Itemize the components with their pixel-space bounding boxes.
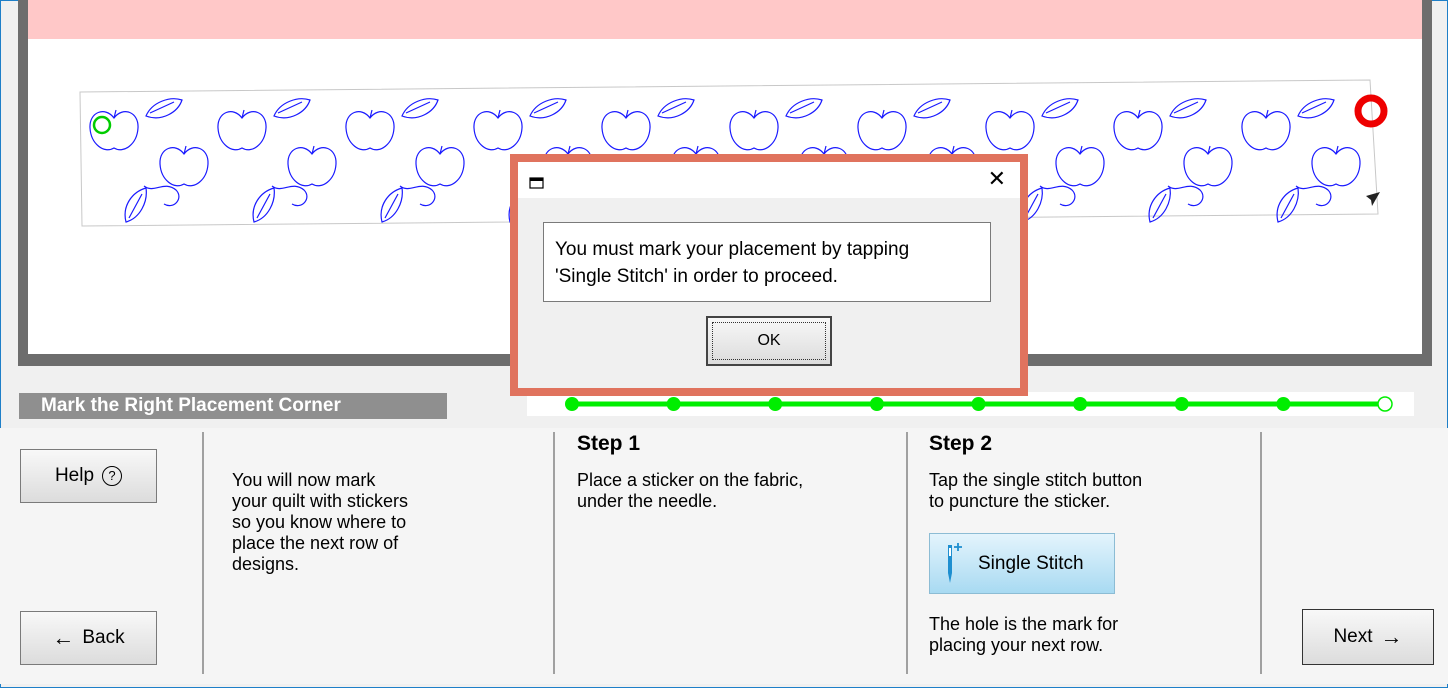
leaf-motif	[252, 187, 275, 223]
progress-node	[971, 397, 986, 411]
progress-node	[1276, 397, 1291, 411]
instructions-panel	[0, 428, 1448, 684]
help-button[interactable]: Help ?	[20, 449, 157, 503]
progress-node	[565, 397, 579, 411]
apple-motif	[415, 145, 465, 187]
next-label: Next	[1333, 626, 1373, 647]
step2-title: Step 2	[929, 432, 993, 455]
apple-motif	[985, 109, 1035, 151]
question-circle-icon: ?	[102, 466, 123, 486]
swirl-motif	[1167, 185, 1204, 207]
progress-node	[869, 397, 884, 411]
leaf-motif	[401, 98, 439, 119]
leaf-motif	[1297, 98, 1335, 119]
leaf-motif	[380, 187, 403, 223]
dialog-message: You must mark your placement by tapping …	[543, 222, 991, 302]
step2-after-text: The hole is the mark for placing your ne…	[929, 614, 1119, 655]
leaf-motif	[273, 98, 311, 119]
canvas-top-bar	[28, 0, 1422, 39]
swirl-motif	[271, 185, 308, 207]
step1-text: Place a sticker on the fabric, under the…	[577, 470, 804, 511]
apple-motif	[729, 109, 779, 151]
dialog-highlight: ✕ You must mark your placement by tappin…	[510, 154, 1028, 396]
ok-button[interactable]: OK	[706, 316, 832, 366]
arrow-left-icon: ←	[52, 625, 75, 650]
step1-title: Step 1	[577, 432, 641, 455]
apple-motif	[1113, 109, 1163, 151]
leaf-motif	[657, 98, 695, 119]
swirl-motif	[143, 185, 180, 207]
divider	[1260, 432, 1262, 674]
apple-motif	[601, 109, 651, 151]
dialog-titlebar: ✕	[518, 162, 1020, 198]
divider	[906, 432, 908, 674]
single-stitch-label: Single Stitch	[978, 552, 1084, 574]
message-dialog: ✕ You must mark your placement by tappin…	[518, 162, 1020, 388]
leaf-motif	[1169, 98, 1207, 119]
apple-motif	[1183, 145, 1233, 187]
back-label: Back	[82, 627, 125, 648]
apple-motif	[217, 109, 267, 151]
single-stitch-button[interactable]: Single Stitch	[929, 533, 1115, 594]
progress-node	[1377, 396, 1393, 412]
apple-motif	[345, 109, 395, 151]
leaf-motif	[1148, 187, 1171, 223]
leaf-motif	[124, 187, 147, 223]
progress-node	[1174, 397, 1189, 411]
swirl-motif	[1295, 185, 1332, 207]
focus-ring	[712, 322, 826, 360]
window-icon	[529, 177, 544, 189]
start-marker	[92, 115, 112, 135]
swirl-motif	[399, 185, 436, 207]
cursor-arrow-icon	[1366, 192, 1380, 206]
step2-text: Tap the single stitch button to puncture…	[929, 470, 1143, 511]
help-label: Help	[54, 465, 95, 486]
leaf-motif	[913, 98, 951, 119]
leaf-motif	[529, 98, 567, 119]
leaf-motif	[1041, 98, 1079, 119]
back-button[interactable]: ← Back	[20, 611, 157, 665]
step-title-bar: Mark the Right Placement Corner	[19, 393, 447, 419]
intro-text: You will now mark your quilt with sticke…	[232, 470, 409, 574]
leaf-motif	[1276, 187, 1299, 223]
swirl-motif	[1039, 185, 1076, 207]
arrow-right-icon: →	[1380, 624, 1403, 649]
apple-motif	[159, 145, 209, 187]
progress-node	[666, 397, 681, 411]
close-icon[interactable]: ✕	[988, 166, 1006, 192]
next-button[interactable]: Next →	[1302, 609, 1434, 665]
progress-node	[768, 397, 783, 411]
leaf-motif	[145, 98, 183, 119]
apple-motif	[473, 109, 523, 151]
needle-icon	[948, 542, 962, 583]
leaf-motif	[785, 98, 823, 119]
apple-motif	[857, 109, 907, 151]
apple-motif	[1241, 109, 1291, 151]
apple-motif	[1055, 145, 1105, 187]
apple-motif	[1311, 145, 1361, 187]
apple-motif	[287, 145, 337, 187]
divider	[202, 432, 204, 674]
divider	[553, 432, 555, 674]
progress-node	[1073, 397, 1088, 411]
